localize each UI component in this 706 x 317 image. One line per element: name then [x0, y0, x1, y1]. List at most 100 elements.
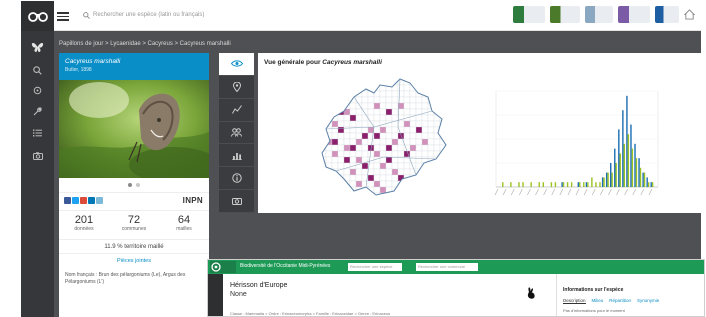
map-mesh[interactable]: [367, 79, 375, 86]
wrench-icon[interactable]: [31, 105, 44, 118]
map-mesh-observed[interactable]: [331, 138, 339, 146]
map-mesh[interactable]: [403, 126, 411, 134]
map-mesh[interactable]: [403, 168, 411, 176]
map-mesh[interactable]: [433, 90, 441, 98]
map-mesh[interactable]: [314, 157, 320, 163]
map-mesh[interactable]: [355, 174, 363, 182]
map-mesh[interactable]: [409, 186, 417, 194]
map-mesh[interactable]: [427, 162, 435, 170]
map-mesh[interactable]: [337, 102, 345, 110]
chart-bar[interactable]: [614, 148, 616, 187]
map-mesh[interactable]: [337, 120, 345, 128]
map-mesh[interactable]: [331, 79, 339, 86]
map-mesh[interactable]: [397, 120, 405, 128]
map-mesh[interactable]: [314, 121, 320, 127]
search-input[interactable]: Rechercher une espèce (latin ou français…: [93, 12, 204, 18]
map-mesh[interactable]: [361, 180, 369, 188]
site-logo[interactable]: [210, 261, 236, 273]
map-mesh-observed[interactable]: [409, 144, 417, 152]
map-mesh[interactable]: [421, 168, 429, 176]
map-mesh[interactable]: [445, 156, 452, 164]
map-mesh[interactable]: [361, 96, 369, 104]
map-mesh[interactable]: [356, 199, 362, 205]
partner-logo[interactable]: [655, 6, 679, 23]
map-mesh[interactable]: [445, 174, 452, 182]
map-mesh[interactable]: [397, 90, 405, 98]
map-mesh[interactable]: [421, 150, 429, 158]
map-mesh[interactable]: [404, 199, 410, 205]
map-mesh[interactable]: [397, 192, 405, 199]
binoculars-logo-icon[interactable]: [21, 1, 54, 31]
map-mesh[interactable]: [349, 73, 357, 80]
facebook-icon[interactable]: [64, 197, 71, 204]
map-mesh[interactable]: [421, 84, 429, 92]
trend-chart-icon[interactable]: [219, 99, 254, 122]
map-mesh-observed[interactable]: [385, 156, 393, 164]
map-mesh[interactable]: [403, 96, 411, 104]
map-mesh[interactable]: [373, 144, 381, 152]
map-mesh[interactable]: [433, 108, 441, 116]
map-mesh[interactable]: [427, 73, 435, 80]
map-mesh[interactable]: [403, 192, 411, 199]
map-mesh[interactable]: [314, 145, 320, 151]
map-mesh[interactable]: [445, 96, 452, 104]
map-mesh[interactable]: [331, 96, 339, 104]
map-mesh[interactable]: [391, 132, 399, 140]
map-mesh[interactable]: [433, 120, 441, 128]
map-mesh[interactable]: [337, 96, 345, 104]
map-mesh[interactable]: [320, 132, 327, 140]
map-mesh[interactable]: [415, 73, 423, 80]
map-pin-icon[interactable]: [219, 76, 254, 99]
butterfly-icon[interactable]: [31, 41, 44, 54]
map-mesh[interactable]: [379, 108, 387, 116]
chart-bar[interactable]: [502, 182, 504, 187]
map-mesh[interactable]: [373, 168, 381, 176]
map-mesh[interactable]: [439, 108, 446, 116]
map-mesh[interactable]: [391, 90, 399, 98]
map-mesh[interactable]: [403, 84, 411, 92]
map-mesh[interactable]: [355, 150, 363, 158]
map-mesh-observed[interactable]: [331, 120, 339, 128]
map-mesh[interactable]: [409, 120, 417, 128]
map-mesh[interactable]: [314, 169, 320, 175]
map-mesh[interactable]: [415, 96, 423, 104]
map-mesh[interactable]: [367, 168, 375, 176]
map-mesh-observed[interactable]: [403, 120, 411, 128]
partner-logo[interactable]: [513, 6, 545, 23]
map-mesh[interactable]: [445, 192, 452, 199]
chart-bar[interactable]: [561, 182, 563, 187]
map-mesh[interactable]: [445, 108, 452, 116]
map-mesh[interactable]: [439, 192, 446, 199]
map-mesh[interactable]: [349, 132, 357, 140]
chart-bar[interactable]: [542, 182, 544, 187]
map-mesh[interactable]: [415, 114, 423, 122]
map-mesh[interactable]: [409, 108, 417, 116]
map-mesh[interactable]: [343, 132, 351, 140]
map-mesh[interactable]: [325, 168, 333, 176]
map-mesh[interactable]: [439, 90, 446, 98]
map-mesh[interactable]: [397, 186, 405, 194]
map-mesh[interactable]: [361, 192, 369, 199]
map-mesh[interactable]: [428, 199, 434, 205]
map-mesh[interactable]: [314, 91, 320, 97]
map-mesh[interactable]: [439, 126, 446, 134]
chart-bar[interactable]: [518, 182, 520, 187]
map-mesh[interactable]: [361, 73, 369, 80]
info-icon[interactable]: [219, 167, 254, 191]
map-mesh[interactable]: [385, 126, 393, 134]
map-mesh[interactable]: [433, 168, 441, 176]
map-mesh[interactable]: [343, 73, 351, 80]
map-mesh[interactable]: [385, 168, 393, 176]
chart-bar[interactable]: [530, 182, 532, 187]
map-mesh[interactable]: [325, 180, 333, 188]
map-mesh[interactable]: [403, 132, 411, 140]
chart-bar[interactable]: [585, 182, 588, 187]
map-mesh[interactable]: [397, 168, 405, 176]
map-mesh[interactable]: [445, 73, 452, 80]
map-mesh[interactable]: [325, 174, 333, 182]
map-mesh[interactable]: [445, 186, 452, 194]
map-mesh[interactable]: [337, 162, 345, 170]
map-mesh[interactable]: [409, 150, 417, 158]
map-mesh[interactable]: [373, 174, 381, 182]
attachments-link[interactable]: Pièces jointes: [59, 254, 209, 268]
